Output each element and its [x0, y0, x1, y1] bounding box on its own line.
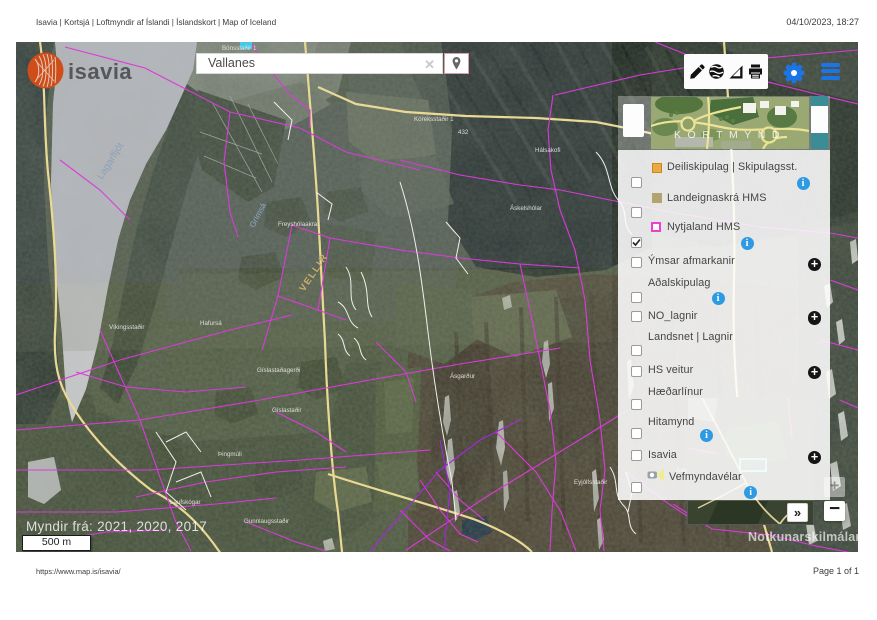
svg-text:Laufskógar: Laufskógar	[170, 499, 201, 506]
svg-text:Gunnlaugsstaðir: Gunnlaugsstaðir	[244, 518, 289, 525]
svg-text:Gíslastaðagerði: Gíslastaðagerði	[257, 367, 300, 374]
svg-text:Freyshólaakrar: Freyshólaakrar	[278, 221, 319, 228]
svg-text:Ásgarður: Ásgarður	[450, 373, 475, 380]
svg-text:KORTMYND: KORTMYND	[674, 129, 786, 141]
svg-text:Gíslastaðir: Gíslastaðir	[272, 407, 302, 414]
svg-text:432: 432	[458, 129, 469, 136]
svg-text:Eyjólfsstaðir: Eyjólfsstaðir	[574, 479, 607, 486]
svg-text:Hálsakofi: Hálsakofi	[535, 147, 560, 154]
svg-text:Víkingsstaðir: Víkingsstaðir	[109, 324, 144, 331]
svg-text:Bónsstaðir 1: Bónsstaðir 1	[222, 45, 257, 52]
svg-text:isavia: isavia	[68, 59, 132, 84]
svg-text:Kóreksstaðir 1: Kóreksstaðir 1	[414, 116, 454, 123]
svg-text:Hafursá: Hafursá	[200, 320, 222, 327]
svg-text:Áskelshólar: Áskelshólar	[510, 205, 542, 212]
svg-text:Þingmúli: Þingmúli	[218, 451, 242, 458]
